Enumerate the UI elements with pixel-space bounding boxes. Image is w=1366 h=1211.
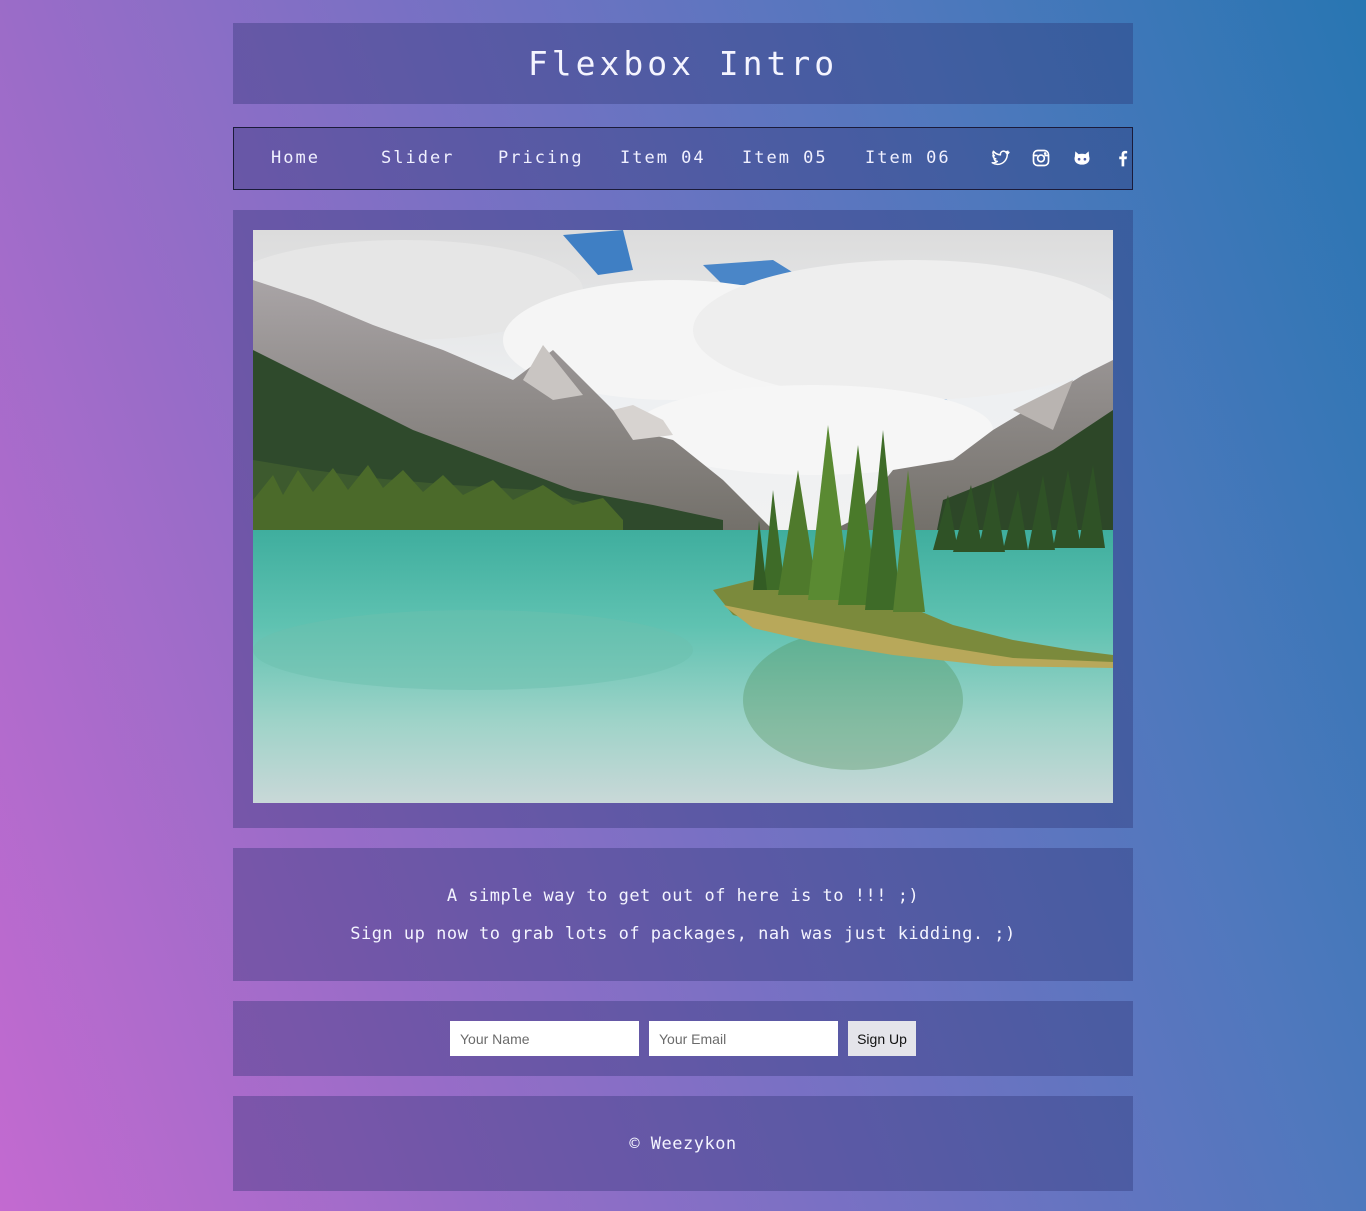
signup-button[interactable]: Sign Up — [848, 1021, 916, 1056]
hero-section — [233, 210, 1133, 828]
message-line-2: Sign up now to grab lots of packages, na… — [350, 923, 1016, 944]
signup-form: Sign Up — [233, 1001, 1133, 1076]
email-input[interactable] — [649, 1021, 838, 1056]
name-input[interactable] — [450, 1021, 639, 1056]
nav-item-06[interactable]: Item 06 — [865, 148, 951, 168]
hero-image — [253, 230, 1113, 803]
nav-item-home[interactable]: Home — [271, 148, 320, 168]
site-header: Flexbox Intro — [233, 23, 1133, 104]
instagram-icon[interactable] — [1020, 146, 1061, 170]
site-footer: © Weezykon — [233, 1096, 1133, 1191]
nav-item-pricing[interactable]: Pricing — [498, 148, 584, 168]
twitter-icon[interactable] — [979, 146, 1020, 170]
nav-item-slider[interactable]: Slider — [381, 148, 454, 168]
nav-item-05[interactable]: Item 05 — [742, 148, 828, 168]
message-section: A simple way to get out of here is to !!… — [233, 848, 1133, 981]
github-icon[interactable] — [1061, 146, 1102, 170]
page-title: Flexbox Intro — [527, 44, 839, 83]
facebook-icon[interactable] — [1102, 146, 1143, 170]
nav-item-04[interactable]: Item 04 — [620, 148, 706, 168]
message-line-1: A simple way to get out of here is to !!… — [446, 885, 920, 906]
main-nav: Home Slider Pricing Item 04 Item 05 Item… — [233, 127, 1133, 190]
copyright-text: © Weezykon — [629, 1133, 737, 1154]
social-icons — [979, 146, 1143, 170]
